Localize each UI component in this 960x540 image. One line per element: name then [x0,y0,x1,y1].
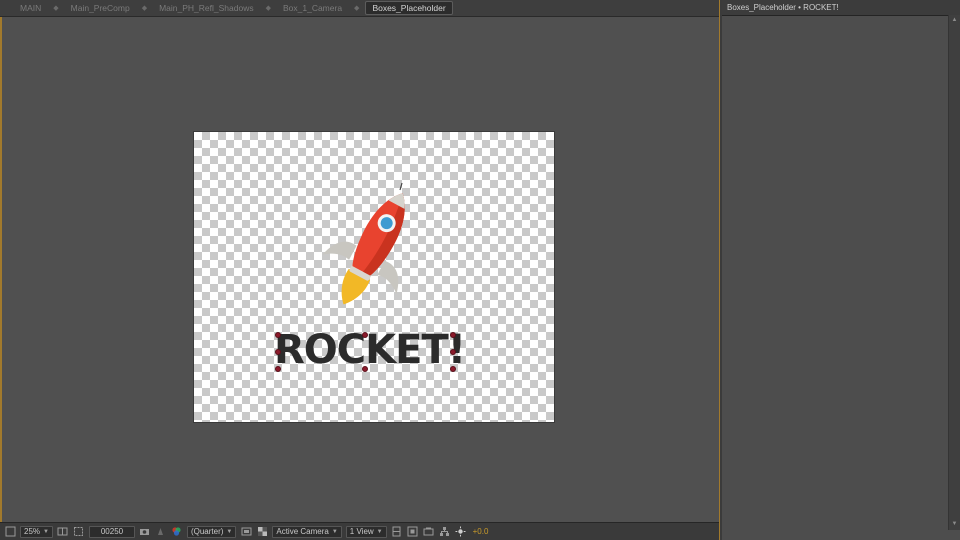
composition-breadcrumbs: MAIN ◆ Main_PreComp ◆ Main_PH_Refl_Shado… [0,0,719,17]
color-channels-icon[interactable] [171,526,183,538]
region-of-interest-icon[interactable] [73,526,85,538]
breadcrumb-main-precomp[interactable]: Main_PreComp [65,3,136,13]
fast-draft-icon[interactable] [407,526,419,538]
grid-guides-icon[interactable] [57,526,69,538]
composition-frame[interactable]: ROCKET! [194,132,554,422]
view-layout-dropdown[interactable]: 1 View ▼ [345,525,387,538]
current-time-field[interactable]: 00250 [88,525,135,538]
toggle-pixel-aspect-icon[interactable] [391,526,403,538]
layer-handle-middle-left[interactable] [275,349,281,355]
layer-handle-top-right[interactable] [450,332,456,338]
reset-exposure-icon[interactable] [455,526,467,538]
scroll-up-arrow-icon[interactable]: ▲ [950,16,959,25]
layer-handle-top-center[interactable] [362,332,368,338]
chevron-down-icon: ▼ [376,528,383,535]
fast-previews-icon[interactable] [240,526,252,538]
show-snapshot-icon[interactable] [155,526,167,538]
breadcrumb-separator-icon: ◆ [354,5,360,12]
transparency-grid-icon[interactable] [256,526,268,538]
composition-viewer-panel: MAIN ◆ Main_PreComp ◆ Main_PH_Refl_Shado… [0,0,720,540]
camera-view-dropdown[interactable]: Active Camera ▼ [272,525,342,538]
breadcrumb-separator-icon: ◆ [265,5,271,12]
zoom-value: 25% [24,526,41,536]
composition-canvas[interactable]: ROCKET! [2,18,718,522]
side-panel-title[interactable]: Boxes_Placeholder • ROCKET! [722,0,960,16]
breadcrumb-main[interactable]: MAIN [14,3,47,13]
snapshot-camera-icon[interactable] [139,526,151,538]
exposure-value[interactable]: +0.0 [471,527,489,536]
side-panel: Boxes_Placeholder • ROCKET! ▲ ▼ [722,0,960,540]
always-preview-icon[interactable] [4,526,16,538]
layer-handle-bottom-right[interactable] [450,366,456,372]
layer-handle-middle-right[interactable] [450,349,456,355]
breadcrumb-separator-icon: ◆ [53,5,59,12]
breadcrumb-separator-icon: ◆ [141,5,148,12]
scroll-down-arrow-icon[interactable]: ▼ [950,520,959,529]
resolution-value: (Quarter) [190,526,224,536]
timeline-icon[interactable] [423,526,435,538]
viewer-status-bar: 25% ▼ 00250 (Quarter) ▼ Active Camera ▼ … [0,522,719,540]
side-panel-scrollbar[interactable]: ▲ ▼ [948,15,960,530]
layer-handle-bottom-center[interactable] [362,366,368,372]
resolution-dropdown[interactable]: (Quarter) ▼ [186,525,237,538]
chevron-down-icon: ▼ [331,528,338,535]
zoom-dropdown[interactable]: 25% ▼ [20,525,53,538]
view-layout-value: 1 View [349,526,374,536]
layer-handle-bottom-left[interactable] [275,366,281,372]
chevron-down-icon: ▼ [43,528,49,535]
breadcrumb-main-ph-refl-shadows[interactable]: Main_PH_Refl_Shadows [153,3,260,13]
flowchart-icon[interactable] [439,526,451,538]
breadcrumb-box-1-camera[interactable]: Box_1_Camera [277,3,348,13]
timecode-value: 00250 [100,526,124,536]
chevron-down-icon: ▼ [226,528,233,535]
layer-handle-top-left[interactable] [275,332,281,338]
rocket-icon[interactable] [314,182,424,312]
camera-view-value: Active Camera [276,526,329,536]
breadcrumb-boxes-placeholder[interactable]: Boxes_Placeholder [365,1,453,15]
